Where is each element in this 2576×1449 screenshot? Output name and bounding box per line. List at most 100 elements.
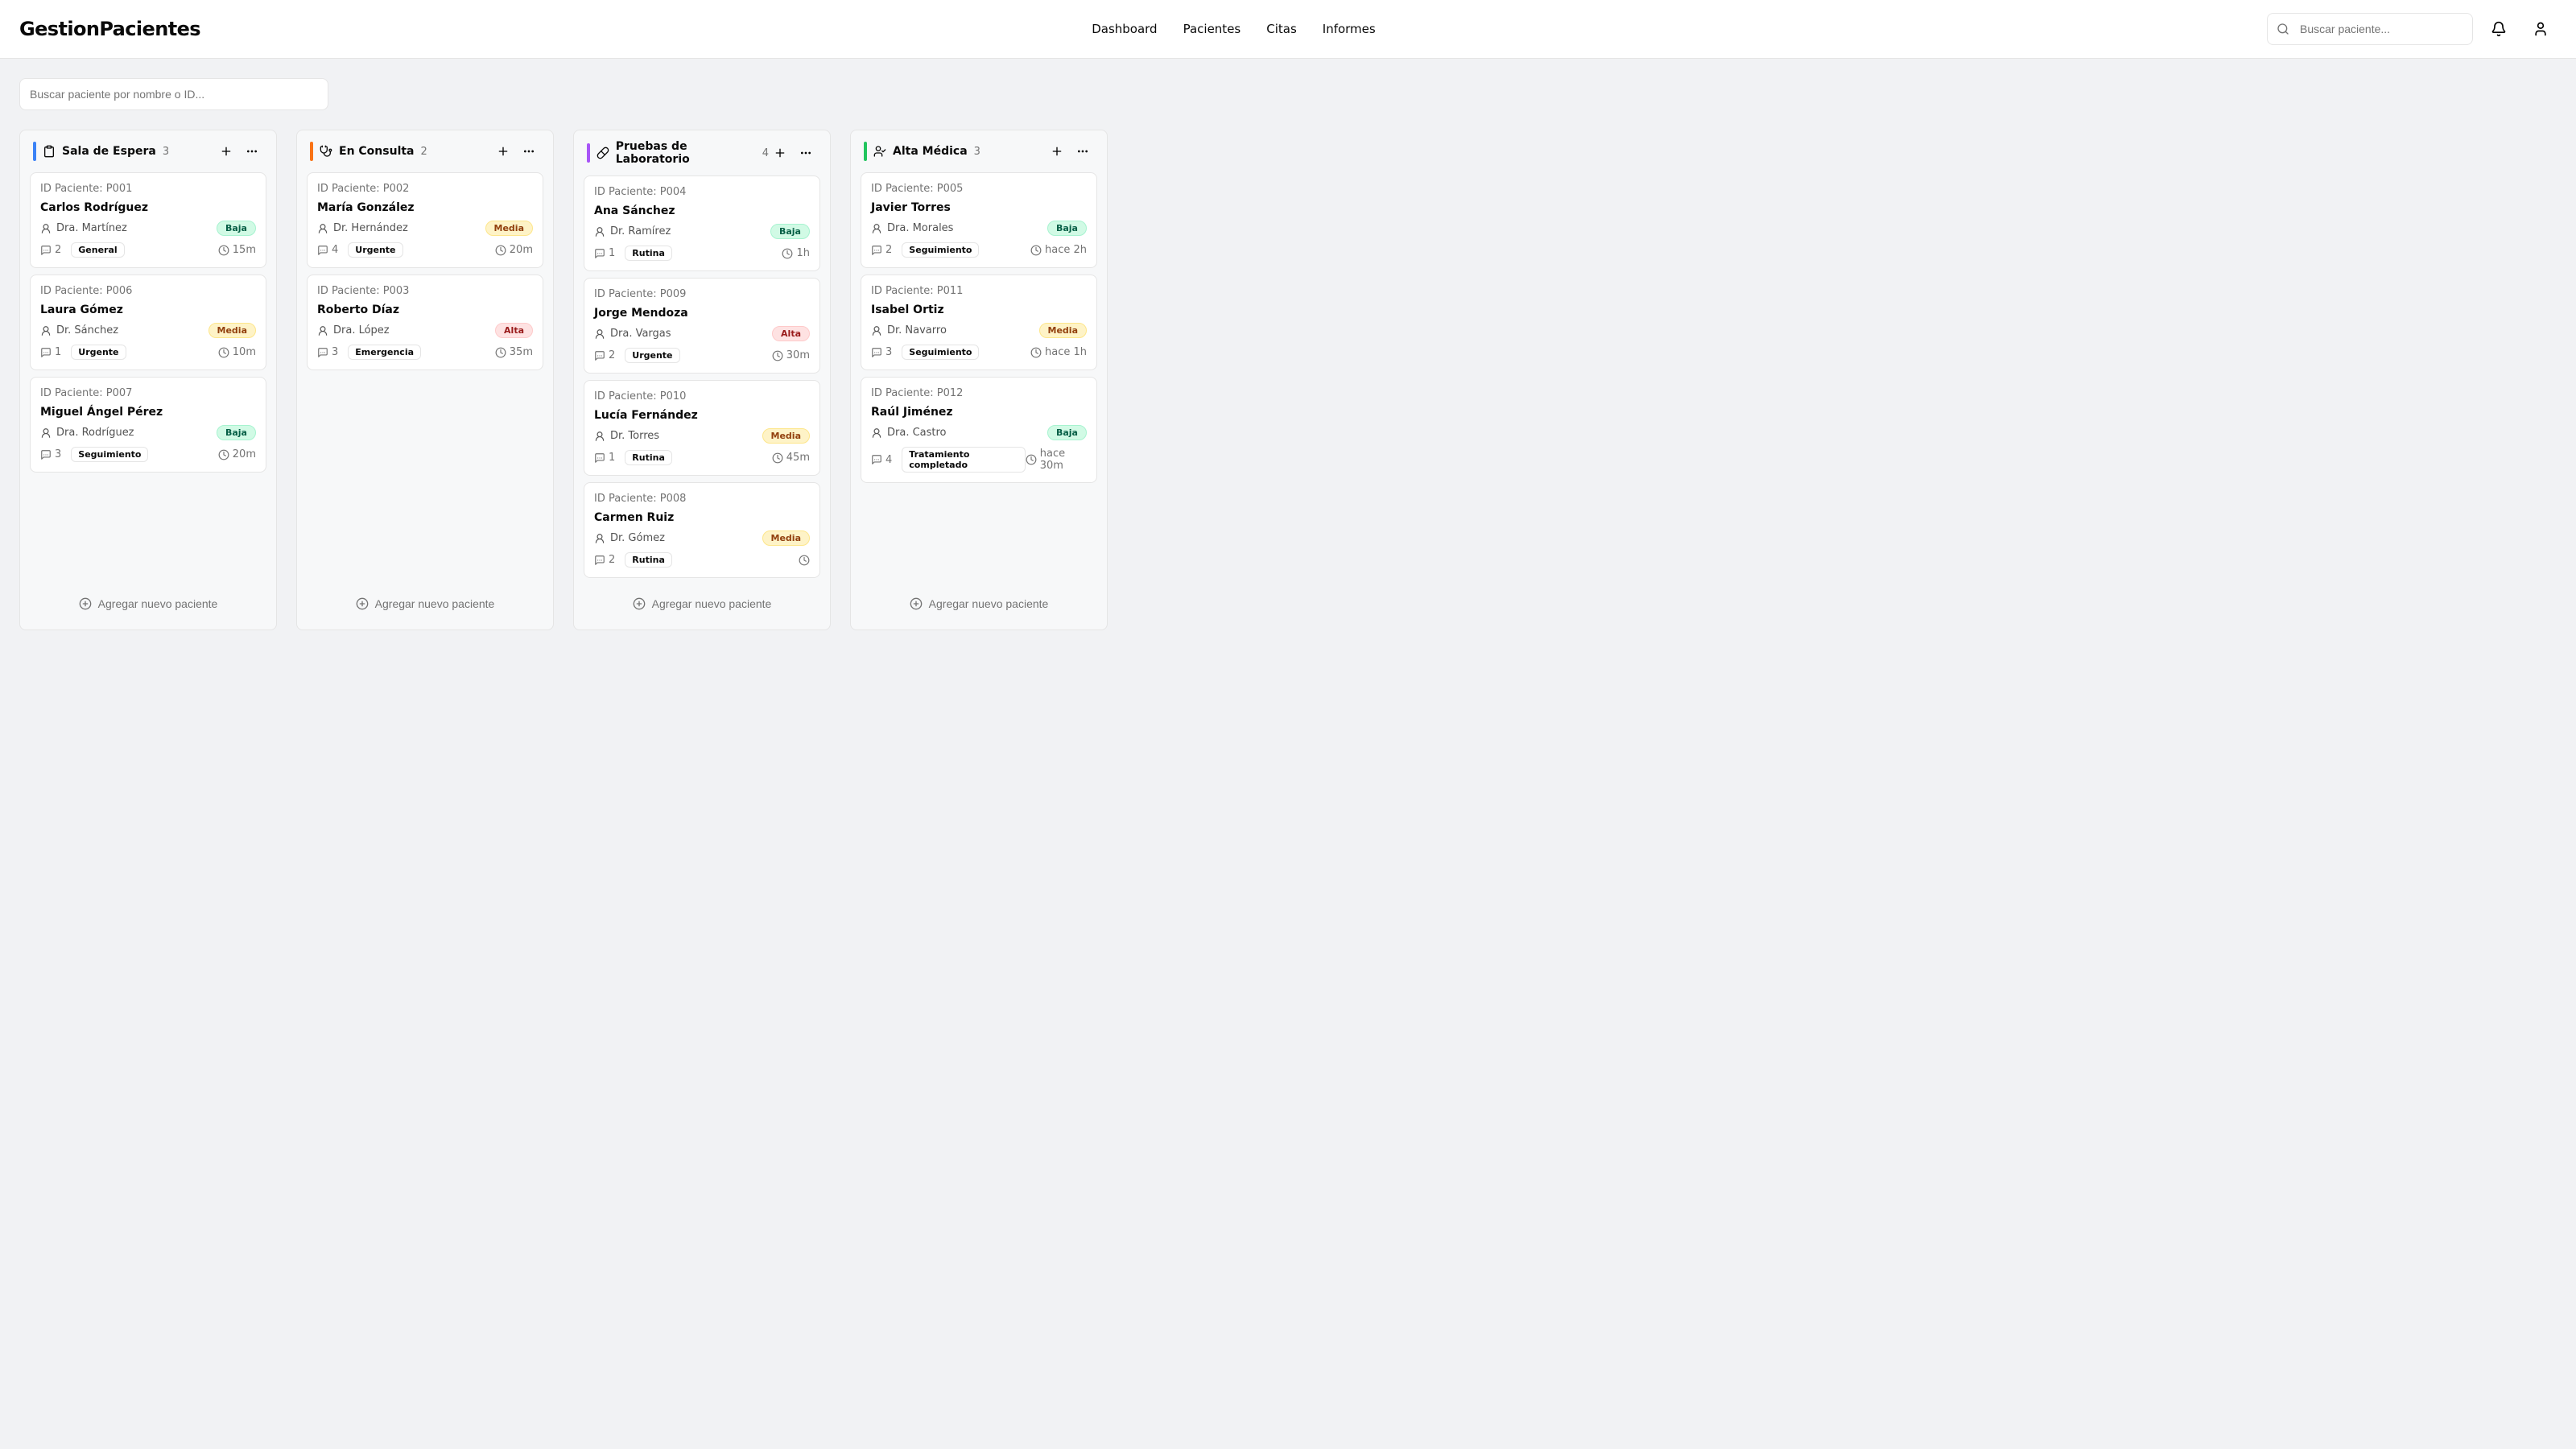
column-more-button[interactable]	[1071, 140, 1094, 163]
column-color-bar	[310, 142, 313, 161]
patient-name: Miguel Ángel Pérez	[40, 406, 256, 419]
message-icon	[40, 449, 52, 460]
nav-appointments[interactable]: Citas	[1266, 22, 1297, 36]
column-title: Pruebas de Laboratorio	[616, 140, 756, 166]
priority-badge: Baja	[1047, 221, 1087, 236]
assigned-doctor: Dra. Castro	[871, 427, 947, 439]
category-tag: Seguimiento	[902, 345, 979, 360]
priority-badge: Alta	[495, 323, 533, 338]
patient-card[interactable]: ID Paciente: P006 Laura Gómez Dr. Sánche…	[30, 275, 266, 370]
column-title: Alta Médica	[893, 145, 968, 158]
message-icon	[594, 350, 605, 361]
column-add-button[interactable]	[492, 140, 514, 163]
patient-name: Lucía Fernández	[594, 409, 810, 422]
patient-name: Isabel Ortiz	[871, 303, 1087, 316]
column-color-bar	[864, 142, 867, 161]
patient-name: Carlos Rodríguez	[40, 201, 256, 214]
patient-name: Jorge Mendoza	[594, 307, 810, 320]
message-icon	[871, 245, 882, 256]
column-add-button[interactable]	[769, 142, 791, 164]
kanban-board: Sala de Espera 3 ID Paciente: P001 Carlo…	[19, 130, 2557, 650]
userround-icon	[871, 325, 882, 336]
patient-card[interactable]: ID Paciente: P008 Carmen Ruiz Dr. Gómez …	[584, 482, 820, 578]
plus-icon	[497, 145, 510, 158]
priority-badge: Baja	[217, 425, 256, 440]
patient-card[interactable]: ID Paciente: P002 María González Dr. Her…	[307, 172, 543, 268]
header-search-input[interactable]	[2267, 13, 2473, 45]
priority-badge: Alta	[772, 326, 810, 341]
wait-time	[799, 555, 810, 566]
priority-badge: Media	[762, 428, 810, 444]
clipboard-icon	[43, 145, 56, 158]
nav-reports[interactable]: Informes	[1323, 22, 1376, 36]
pill-icon	[597, 147, 609, 159]
clock-icon	[1030, 347, 1042, 358]
patient-card[interactable]: ID Paciente: P004 Ana Sánchez Dr. Ramíre…	[584, 175, 820, 271]
clock-icon	[218, 449, 229, 460]
userround-icon	[594, 226, 605, 237]
patient-card[interactable]: ID Paciente: P005 Javier Torres Dra. Mor…	[861, 172, 1097, 268]
category-tag: Urgente	[625, 348, 679, 363]
wait-time: 15m	[218, 244, 256, 256]
patient-card[interactable]: ID Paciente: P011 Isabel Ortiz Dr. Navar…	[861, 275, 1097, 370]
add-patient-button[interactable]: Agregar nuevo paciente	[307, 588, 543, 620]
assigned-doctor: Dra. Martínez	[40, 222, 127, 234]
add-patient-button[interactable]: Agregar nuevo paciente	[584, 588, 820, 620]
patient-card[interactable]: ID Paciente: P009 Jorge Mendoza Dra. Var…	[584, 278, 820, 374]
main-nav: Dashboard Pacientes Citas Informes	[226, 22, 2241, 36]
patient-id: ID Paciente: P010	[594, 390, 810, 402]
patient-id: ID Paciente: P011	[871, 285, 1087, 297]
assigned-doctor: Dr. Torres	[594, 430, 659, 442]
column-add-button[interactable]	[215, 140, 237, 163]
assigned-doctor: Dr. Ramírez	[594, 225, 671, 237]
category-tag: General	[71, 242, 124, 258]
patient-card[interactable]: ID Paciente: P001 Carlos Rodríguez Dra. …	[30, 172, 266, 268]
add-patient-button[interactable]: Agregar nuevo paciente	[30, 588, 266, 620]
priority-badge: Media	[485, 221, 533, 236]
userround-icon	[317, 223, 328, 234]
plus-circle-icon	[356, 597, 369, 610]
plus-icon	[1051, 145, 1063, 158]
wait-time: 20m	[495, 244, 533, 256]
main-content: Sala de Espera 3 ID Paciente: P001 Carlo…	[0, 59, 2576, 669]
patient-id: ID Paciente: P007	[40, 387, 256, 399]
category-tag: Seguimiento	[902, 242, 979, 258]
message-icon	[594, 555, 605, 566]
clock-icon	[782, 248, 793, 259]
patient-name: Carmen Ruiz	[594, 511, 810, 524]
column-more-button[interactable]	[795, 142, 817, 164]
category-tag: Rutina	[625, 246, 672, 261]
wait-time: hace 1h	[1030, 346, 1087, 358]
nav-patients[interactable]: Pacientes	[1183, 22, 1241, 36]
clock-icon	[218, 347, 229, 358]
priority-badge: Media	[208, 323, 256, 338]
patient-card[interactable]: ID Paciente: P007 Miguel Ángel Pérez Dra…	[30, 377, 266, 473]
message-icon	[594, 248, 605, 259]
patient-id: ID Paciente: P003	[317, 285, 533, 297]
patient-card[interactable]: ID Paciente: P003 Roberto Díaz Dra. Lópe…	[307, 275, 543, 370]
clock-icon	[799, 555, 810, 566]
userround-icon	[871, 427, 882, 439]
column-add-button[interactable]	[1046, 140, 1068, 163]
patient-name: Raúl Jiménez	[871, 406, 1087, 419]
priority-badge: Media	[762, 530, 810, 546]
column-color-bar	[587, 143, 590, 163]
wait-time: 35m	[495, 346, 533, 358]
add-patient-button[interactable]: Agregar nuevo paciente	[861, 588, 1097, 620]
column-count: 2	[421, 146, 427, 158]
category-tag: Urgente	[348, 242, 402, 258]
category-tag: Rutina	[625, 552, 672, 568]
nav-dashboard[interactable]: Dashboard	[1092, 22, 1157, 36]
profile-button[interactable]	[2524, 13, 2557, 45]
comment-count: 4	[317, 244, 338, 256]
patient-card[interactable]: ID Paciente: P012 Raúl Jiménez Dra. Cast…	[861, 377, 1097, 483]
category-tag: Urgente	[71, 345, 126, 360]
notifications-button[interactable]	[2483, 13, 2515, 45]
filter-search-input[interactable]	[19, 78, 328, 110]
clock-icon	[1026, 454, 1037, 465]
column-more-button[interactable]	[518, 140, 540, 163]
clock-icon	[772, 350, 783, 361]
column-more-button[interactable]	[241, 140, 263, 163]
patient-card[interactable]: ID Paciente: P010 Lucía Fernández Dr. To…	[584, 380, 820, 476]
column-title: Sala de Espera	[62, 145, 156, 158]
